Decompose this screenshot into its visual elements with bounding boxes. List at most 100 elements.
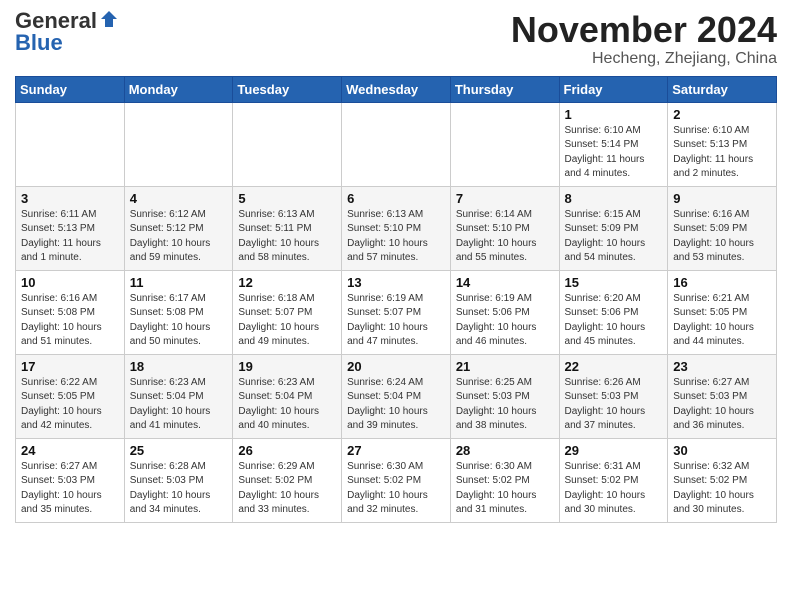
calendar-week-row: 24 Sunrise: 6:27 AM Sunset: 5:03 PM Dayli… [16,438,777,522]
calendar-cell-1: 1 Sunrise: 6:10 AM Sunset: 5:14 PM Daylig… [559,102,668,186]
day-info: Sunrise: 6:30 AM Sunset: 5:02 PM Dayligh… [347,460,445,518]
day-info: Sunrise: 6:20 AM Sunset: 5:06 PM Dayligh… [565,292,663,350]
calendar-header-row: SundayMondayTuesdayWednesdayThursdayFrid… [16,76,777,102]
day-info: Sunrise: 6:19 AM Sunset: 5:06 PM Dayligh… [456,292,554,350]
day-number: 18 [130,359,228,374]
day-info: Sunrise: 6:23 AM Sunset: 5:04 PM Dayligh… [130,376,228,434]
calendar-header-wednesday: Wednesday [342,76,451,102]
day-number: 5 [238,191,336,206]
calendar-cell-22: 22 Sunrise: 6:26 AM Sunset: 5:03 PM Dayli… [559,354,668,438]
day-number: 14 [456,275,554,290]
day-info: Sunrise: 6:30 AM Sunset: 5:02 PM Dayligh… [456,460,554,518]
header: General Blue November 2024 Hecheng, Zhej… [15,10,777,68]
calendar-header-tuesday: Tuesday [233,76,342,102]
day-number: 8 [565,191,663,206]
calendar-cell-14: 14 Sunrise: 6:19 AM Sunset: 5:06 PM Dayli… [450,270,559,354]
calendar-cell-16: 16Sunrise: 6:21 AM Sunset: 5:05 PM Dayli… [668,270,777,354]
day-number: 10 [21,275,119,290]
month-title: November 2024 [511,10,777,50]
day-number: 6 [347,191,445,206]
calendar-header-saturday: Saturday [668,76,777,102]
day-info: Sunrise: 6:28 AM Sunset: 5:03 PM Dayligh… [130,460,228,518]
calendar-cell-25: 25 Sunrise: 6:28 AM Sunset: 5:03 PM Dayli… [124,438,233,522]
day-number: 11 [130,275,228,290]
day-number: 7 [456,191,554,206]
calendar-cell-empty [124,102,233,186]
calendar-cell-empty [342,102,451,186]
day-number: 30 [673,443,771,458]
calendar-cell-3: 3 Sunrise: 6:11 AM Sunset: 5:13 PM Daylig… [16,186,125,270]
title-block: November 2024 Hecheng, Zhejiang, China [511,10,777,68]
calendar-cell-20: 20Sunrise: 6:24 AM Sunset: 5:04 PM Dayli… [342,354,451,438]
calendar-header-friday: Friday [559,76,668,102]
calendar-week-row: 10 Sunrise: 6:16 AM Sunset: 5:08 PM Dayli… [16,270,777,354]
calendar-cell-21: 21 Sunrise: 6:25 AM Sunset: 5:03 PM Dayli… [450,354,559,438]
calendar-cell-13: 13 Sunrise: 6:19 AM Sunset: 5:07 PM Dayli… [342,270,451,354]
day-number: 23 [673,359,771,374]
calendar-cell-23: 23 Sunrise: 6:27 AM Sunset: 5:03 PM Dayli… [668,354,777,438]
calendar-cell-12: 12 Sunrise: 6:18 AM Sunset: 5:07 PM Dayli… [233,270,342,354]
day-info: Sunrise: 6:27 AM Sunset: 5:03 PM Dayligh… [21,460,119,518]
day-info: Sunrise: 6:16 AM Sunset: 5:08 PM Dayligh… [21,292,119,350]
day-number: 13 [347,275,445,290]
day-number: 26 [238,443,336,458]
location: Hecheng, Zhejiang, China [511,50,777,68]
day-info: Sunrise: 6:10 AM Sunset: 5:14 PM Dayligh… [565,124,663,182]
day-number: 12 [238,275,336,290]
day-info: Sunrise: 6:15 AM Sunset: 5:09 PM Dayligh… [565,208,663,266]
day-number: 24 [21,443,119,458]
calendar-cell-8: 8 Sunrise: 6:15 AM Sunset: 5:09 PM Daylig… [559,186,668,270]
day-info: Sunrise: 6:22 AM Sunset: 5:05 PM Dayligh… [21,376,119,434]
day-info: Sunrise: 6:12 AM Sunset: 5:12 PM Dayligh… [130,208,228,266]
day-number: 15 [565,275,663,290]
day-info: Sunrise: 6:23 AM Sunset: 5:04 PM Dayligh… [238,376,336,434]
day-info: Sunrise: 6:19 AM Sunset: 5:07 PM Dayligh… [347,292,445,350]
day-info: Sunrise: 6:10 AM Sunset: 5:13 PM Dayligh… [673,124,771,182]
day-number: 20 [347,359,445,374]
calendar-cell-28: 28 Sunrise: 6:30 AM Sunset: 5:02 PM Dayli… [450,438,559,522]
calendar-cell-27: 27 Sunrise: 6:30 AM Sunset: 5:02 PM Dayli… [342,438,451,522]
day-info: Sunrise: 6:27 AM Sunset: 5:03 PM Dayligh… [673,376,771,434]
day-number: 16 [673,275,771,290]
page-container: General Blue November 2024 Hecheng, Zhej… [0,0,792,538]
day-info: Sunrise: 6:25 AM Sunset: 5:03 PM Dayligh… [456,376,554,434]
calendar-header-sunday: Sunday [16,76,125,102]
calendar-table: SundayMondayTuesdayWednesdayThursdayFrid… [15,76,777,523]
day-info: Sunrise: 6:31 AM Sunset: 5:02 PM Dayligh… [565,460,663,518]
day-info: Sunrise: 6:17 AM Sunset: 5:08 PM Dayligh… [130,292,228,350]
calendar-cell-empty [450,102,559,186]
day-info: Sunrise: 6:32 AM Sunset: 5:02 PM Dayligh… [673,460,771,518]
calendar-cell-15: 15 Sunrise: 6:20 AM Sunset: 5:06 PM Dayli… [559,270,668,354]
calendar-cell-6: 6Sunrise: 6:13 AM Sunset: 5:10 PM Daylig… [342,186,451,270]
day-number: 1 [565,107,663,122]
day-number: 28 [456,443,554,458]
logo-general-text: General [15,10,97,32]
day-number: 4 [130,191,228,206]
calendar-cell-9: 9 Sunrise: 6:16 AM Sunset: 5:09 PM Daylig… [668,186,777,270]
day-number: 29 [565,443,663,458]
calendar-cell-17: 17Sunrise: 6:22 AM Sunset: 5:05 PM Dayli… [16,354,125,438]
calendar-cell-19: 19Sunrise: 6:23 AM Sunset: 5:04 PM Dayli… [233,354,342,438]
calendar-header-thursday: Thursday [450,76,559,102]
logo: General Blue [15,10,119,54]
logo-icon [99,9,119,29]
calendar-cell-24: 24 Sunrise: 6:27 AM Sunset: 5:03 PM Dayli… [16,438,125,522]
calendar-cell-empty [16,102,125,186]
calendar-cell-10: 10 Sunrise: 6:16 AM Sunset: 5:08 PM Dayli… [16,270,125,354]
calendar-cell-4: 4 Sunrise: 6:12 AM Sunset: 5:12 PM Daylig… [124,186,233,270]
day-info: Sunrise: 6:16 AM Sunset: 5:09 PM Dayligh… [673,208,771,266]
day-number: 21 [456,359,554,374]
day-number: 22 [565,359,663,374]
calendar-cell-2: 2Sunrise: 6:10 AM Sunset: 5:13 PM Daylig… [668,102,777,186]
day-number: 25 [130,443,228,458]
day-info: Sunrise: 6:18 AM Sunset: 5:07 PM Dayligh… [238,292,336,350]
day-number: 27 [347,443,445,458]
day-info: Sunrise: 6:11 AM Sunset: 5:13 PM Dayligh… [21,208,119,266]
calendar-cell-29: 29 Sunrise: 6:31 AM Sunset: 5:02 PM Dayli… [559,438,668,522]
calendar-cell-26: 26 Sunrise: 6:29 AM Sunset: 5:02 PM Dayli… [233,438,342,522]
calendar-cell-7: 7Sunrise: 6:14 AM Sunset: 5:10 PM Daylig… [450,186,559,270]
day-number: 3 [21,191,119,206]
day-info: Sunrise: 6:29 AM Sunset: 5:02 PM Dayligh… [238,460,336,518]
day-info: Sunrise: 6:26 AM Sunset: 5:03 PM Dayligh… [565,376,663,434]
day-number: 9 [673,191,771,206]
